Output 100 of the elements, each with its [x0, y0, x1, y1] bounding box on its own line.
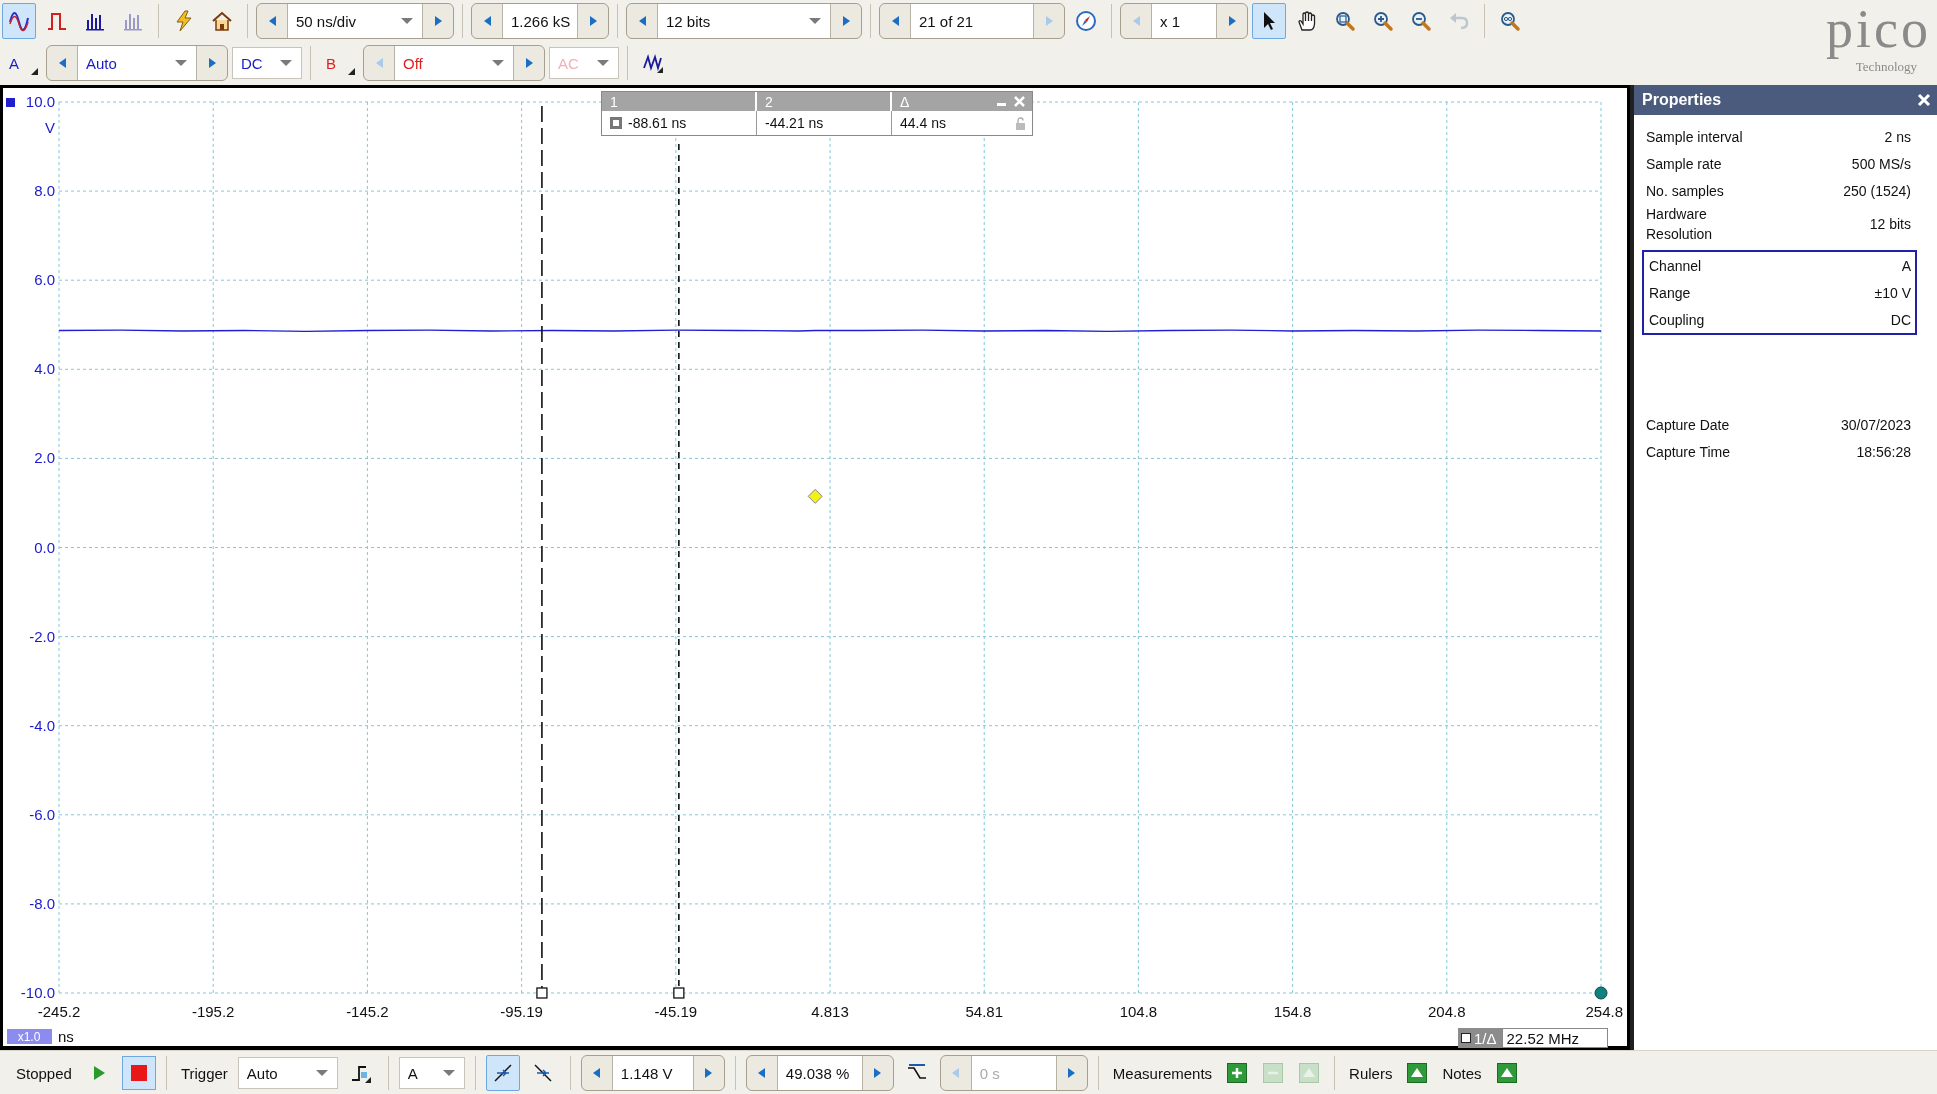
tick-label: -45.19 [654, 1003, 698, 1020]
right-arrow-icon [1044, 15, 1054, 27]
property-value: 12 bits [1869, 216, 1911, 232]
logo-wordmark: pico [1826, 0, 1931, 60]
buffer-field[interactable]: 21 of 21 [910, 4, 1034, 38]
left-arrow-icon [374, 57, 384, 69]
undo-icon [1448, 10, 1470, 32]
minus-icon [1263, 1063, 1284, 1083]
rising-edge-button[interactable] [485, 1055, 520, 1091]
tick-label: 8.0 [34, 182, 55, 200]
tick-label: -245.2 [37, 1003, 81, 1020]
property-value: 250 (1524) [1843, 182, 1911, 199]
left-arrow-icon [757, 1067, 767, 1079]
left-arrow-icon [951, 1067, 961, 1079]
cursor-line[interactable] [541, 105, 543, 989]
tick-label: -8.0 [29, 894, 55, 912]
trigger-source-dropdown[interactable]: A [398, 1057, 465, 1089]
play-icon [91, 1065, 106, 1081]
zoom-in-icon [1372, 10, 1394, 32]
column-header: 2 [757, 92, 892, 111]
scale-badge: x1.0 [7, 1029, 52, 1044]
unit-label: ns [58, 1028, 74, 1045]
tick-label: -195.2 [191, 1003, 235, 1020]
left-arrow-icon [1131, 15, 1141, 27]
cursor-handle[interactable] [673, 987, 685, 999]
panel-title: Properties [1642, 91, 1722, 109]
status-text: Stopped [15, 1064, 73, 1082]
right-arrow-icon [207, 57, 217, 69]
frequency-value: 22.52 MHz [1501, 1028, 1608, 1048]
trigger-level-field[interactable]: 1.148 V [611, 1056, 694, 1090]
pulse-icon [46, 10, 68, 32]
notes-label: Notes [1441, 1064, 1483, 1082]
property-value: 30/07/2023 [1840, 416, 1911, 433]
frequency-label: 1/Δ [1474, 1029, 1497, 1047]
property-label: Sample interval [1646, 127, 1743, 147]
left-arrow-icon [890, 15, 900, 27]
right-arrow-icon [1067, 1067, 1077, 1079]
rulers-label: Rulers [1348, 1064, 1394, 1082]
property-value: 2 ns [1884, 128, 1911, 145]
property-value: ±10 V [1874, 284, 1911, 301]
range-dropdown[interactable]: Off [394, 46, 514, 80]
tick-label: 154.8 [1273, 1003, 1312, 1020]
home-icon [211, 10, 233, 32]
column-header: 1 [602, 92, 757, 111]
samples-field[interactable]: 1.266 kS [502, 4, 578, 38]
tick-label: -145.2 [346, 1003, 389, 1020]
caret-icon [174, 59, 188, 67]
pointer-button[interactable] [1252, 3, 1286, 39]
view-mode-button[interactable] [2, 3, 36, 39]
range-dropdown[interactable]: Auto [77, 46, 197, 80]
square-icon [610, 117, 622, 129]
right-arrow-icon [873, 1067, 883, 1079]
lock-icon[interactable] [1015, 116, 1026, 130]
trigger-mode-dropdown[interactable]: Auto [237, 1057, 338, 1089]
trigger-position-field[interactable]: 49.038 % [776, 1056, 863, 1090]
cursor-line[interactable] [678, 143, 680, 989]
tick-label: 254.8 [1585, 1003, 1623, 1020]
channel-button[interactable]: B [319, 46, 359, 80]
caret-icon [279, 59, 293, 67]
coupling-dropdown[interactable]: DC [232, 47, 302, 79]
measurements-label: Measurements [1111, 1064, 1214, 1082]
falling-edge-icon [531, 1062, 554, 1084]
right-arrow-icon [841, 15, 851, 27]
tick-label: -95.19 [500, 1003, 543, 1020]
tick-label: 54.81 [965, 1003, 1003, 1020]
unit-label: V [45, 119, 55, 136]
channel-button[interactable]: A [2, 46, 42, 80]
table-cell: -44.21 ns [765, 115, 824, 131]
timebase-dropdown[interactable]: 50 ns/div [287, 4, 423, 38]
trigger-label: Trigger [179, 1064, 229, 1082]
caret-icon [400, 17, 414, 25]
sine-wave-icon [8, 10, 30, 32]
property-label: Hardware Resolution [1646, 205, 1714, 244]
stop-button[interactable] [121, 1056, 156, 1090]
property-label: Range [1649, 283, 1691, 303]
zoom-icon [1499, 10, 1521, 32]
corner-icon [348, 68, 355, 75]
property-label: No. samples [1646, 181, 1724, 201]
property-value: DC [1890, 311, 1911, 328]
property-value: A [1901, 257, 1911, 274]
tick-label: 4.0 [34, 360, 55, 378]
close-icon[interactable] [1917, 93, 1931, 107]
tick-label: -6.0 [29, 805, 55, 823]
ruler-handle[interactable] [1594, 986, 1608, 1000]
right-arrow-icon [588, 15, 598, 27]
property-value: 18:56:28 [1856, 443, 1911, 460]
corner-icon [31, 68, 38, 75]
tick-label: -4.0 [29, 716, 55, 734]
caret-icon [596, 59, 610, 67]
tick-label: 6.0 [34, 271, 55, 289]
tick-label: 104.8 [1119, 1003, 1158, 1020]
property-label: Channel [1649, 256, 1702, 276]
trigger-marker[interactable] [807, 488, 823, 504]
cursor-handle[interactable] [536, 987, 548, 999]
resolution-dropdown[interactable]: 12 bits [657, 4, 831, 38]
caret-icon [808, 17, 822, 25]
tick-label: 10.0 [25, 93, 55, 110]
left-arrow-icon [57, 57, 67, 69]
tick-label: 4.813 [811, 1003, 849, 1020]
zoom-field[interactable]: x 1 [1151, 4, 1217, 38]
